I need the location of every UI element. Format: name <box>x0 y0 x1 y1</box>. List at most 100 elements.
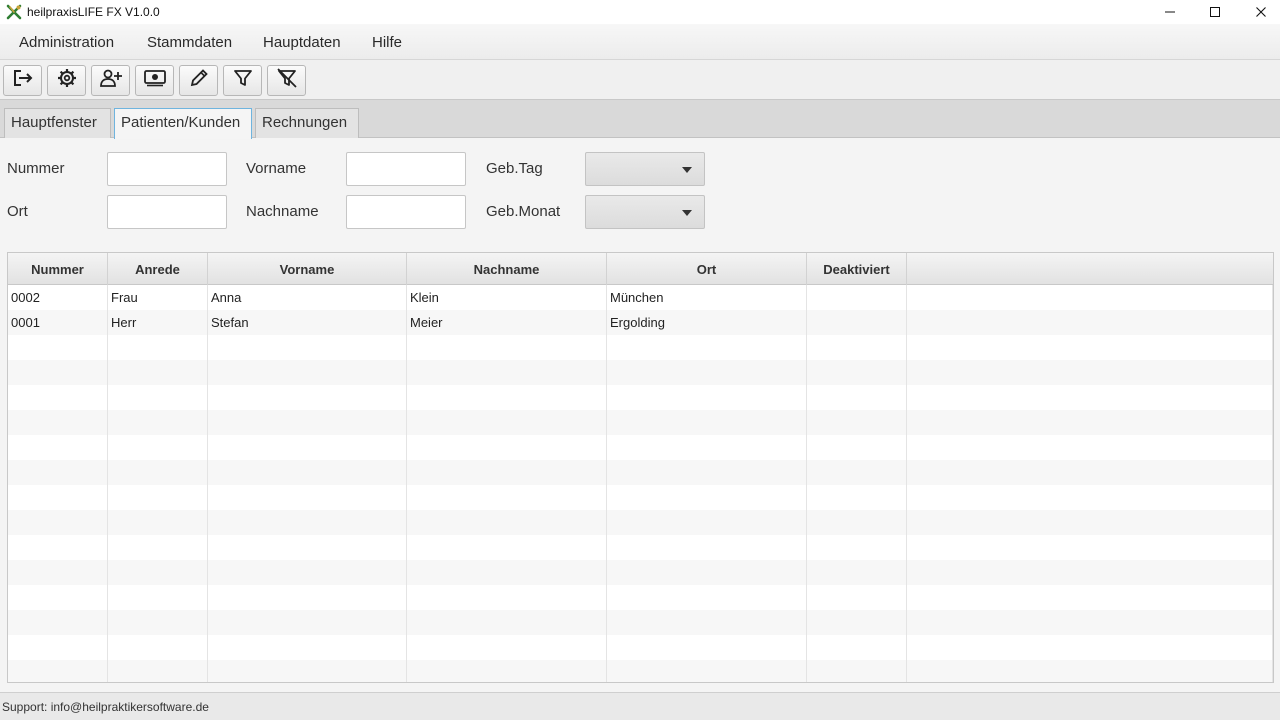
column-header-anrede[interactable]: Anrede <box>108 253 208 285</box>
table-cell <box>607 535 807 560</box>
table-row-empty <box>8 360 1273 385</box>
table-cell <box>807 360 907 385</box>
table-cell <box>407 385 607 410</box>
close-icon[interactable] <box>1238 0 1280 24</box>
ort-label: Ort <box>7 203 28 220</box>
patients-table[interactable]: Nummer Anrede Vorname Nachname Ort Deakt… <box>7 252 1274 683</box>
column-header-nummer[interactable]: Nummer <box>8 253 108 285</box>
table-cell <box>607 385 807 410</box>
maximize-icon[interactable] <box>1192 0 1238 24</box>
nachname-field[interactable] <box>346 195 466 229</box>
table-cell <box>108 460 208 485</box>
minimize-icon[interactable] <box>1147 0 1193 24</box>
table-cell <box>607 335 807 360</box>
tab-rechnungen[interactable]: Rechnungen <box>255 108 359 138</box>
table-row-empty <box>8 535 1273 560</box>
logout-button[interactable] <box>3 65 42 96</box>
menu-hilfe[interactable]: Hilfe <box>372 34 402 51</box>
column-header-ort[interactable]: Ort <box>607 253 807 285</box>
add-user-button[interactable] <box>91 65 130 96</box>
column-header-deaktiviert[interactable]: Deaktiviert <box>807 253 907 285</box>
table-cell <box>907 660 1273 682</box>
table-cell <box>407 485 607 510</box>
table-cell <box>807 635 907 660</box>
table-cell <box>8 560 108 585</box>
table-cell <box>8 635 108 660</box>
table-cell <box>108 510 208 535</box>
table-cell <box>407 335 607 360</box>
clear-filter-button[interactable] <box>267 65 306 96</box>
table-cell <box>407 360 607 385</box>
table-cell <box>8 610 108 635</box>
table-cell <box>907 560 1273 585</box>
tab-hauptfenster[interactable]: Hauptfenster <box>4 108 111 138</box>
table-cell <box>407 585 607 610</box>
table-cell <box>907 535 1273 560</box>
cash-button[interactable] <box>135 65 174 96</box>
nummer-field[interactable] <box>107 152 227 186</box>
table-cell <box>807 310 907 335</box>
ort-field[interactable] <box>107 195 227 229</box>
table-row-empty <box>8 410 1273 435</box>
edit-button[interactable] <box>179 65 218 96</box>
table-cell <box>108 435 208 460</box>
table-cell: München <box>607 285 807 310</box>
table-cell <box>208 635 407 660</box>
nummer-label: Nummer <box>7 160 65 177</box>
table-cell <box>108 485 208 510</box>
gebmonat-select[interactable] <box>585 195 705 229</box>
table-cell <box>907 485 1273 510</box>
table-cell <box>607 585 807 610</box>
gebtag-label: Geb.Tag <box>486 160 543 177</box>
table-cell <box>407 610 607 635</box>
chevron-down-icon <box>682 210 692 216</box>
table-cell <box>407 660 607 682</box>
table-row-empty <box>8 485 1273 510</box>
table-cell <box>108 560 208 585</box>
column-header-nachname[interactable]: Nachname <box>407 253 607 285</box>
table-cell <box>208 460 407 485</box>
table-cell <box>607 560 807 585</box>
nachname-label: Nachname <box>246 203 319 220</box>
table-cell <box>907 435 1273 460</box>
table-cell: Frau <box>108 285 208 310</box>
tab-bar: Hauptfenster Patienten/Kunden Rechnungen <box>0 100 1280 139</box>
table-cell <box>407 635 607 660</box>
column-header-vorname[interactable]: Vorname <box>208 253 407 285</box>
table-cell <box>8 510 108 535</box>
table-cell <box>108 335 208 360</box>
table-cell <box>208 385 407 410</box>
table-cell <box>807 510 907 535</box>
table-row-empty <box>8 610 1273 635</box>
table-cell <box>607 460 807 485</box>
filter-icon <box>233 68 253 93</box>
table-row-empty <box>8 335 1273 360</box>
menu-hauptdaten[interactable]: Hauptdaten <box>263 34 341 51</box>
table-cell <box>807 535 907 560</box>
table-cell <box>907 310 1273 335</box>
vorname-field[interactable] <box>346 152 466 186</box>
table-cell <box>108 635 208 660</box>
chevron-down-icon <box>682 167 692 173</box>
filter-button[interactable] <box>223 65 262 96</box>
menu-stammdaten[interactable]: Stammdaten <box>147 34 232 51</box>
tab-patienten-kunden[interactable]: Patienten/Kunden <box>114 108 252 139</box>
gebtag-select[interactable] <box>585 152 705 186</box>
table-cell <box>807 335 907 360</box>
table-row[interactable]: 0001 Herr Stefan Meier Ergolding <box>8 310 1273 335</box>
settings-button[interactable] <box>47 65 86 96</box>
table-cell <box>807 435 907 460</box>
table-cell <box>807 560 907 585</box>
table-cell <box>907 385 1273 410</box>
menu-administration[interactable]: Administration <box>19 34 114 51</box>
table-cell <box>907 510 1273 535</box>
table-cell <box>407 435 607 460</box>
table-cell <box>807 285 907 310</box>
table-cell <box>108 660 208 682</box>
table-cell <box>208 410 407 435</box>
table-cell <box>108 385 208 410</box>
table-row[interactable]: 0002 Frau Anna Klein München <box>8 285 1273 310</box>
table-cell <box>607 610 807 635</box>
table-cell <box>208 560 407 585</box>
table-cell <box>407 535 607 560</box>
